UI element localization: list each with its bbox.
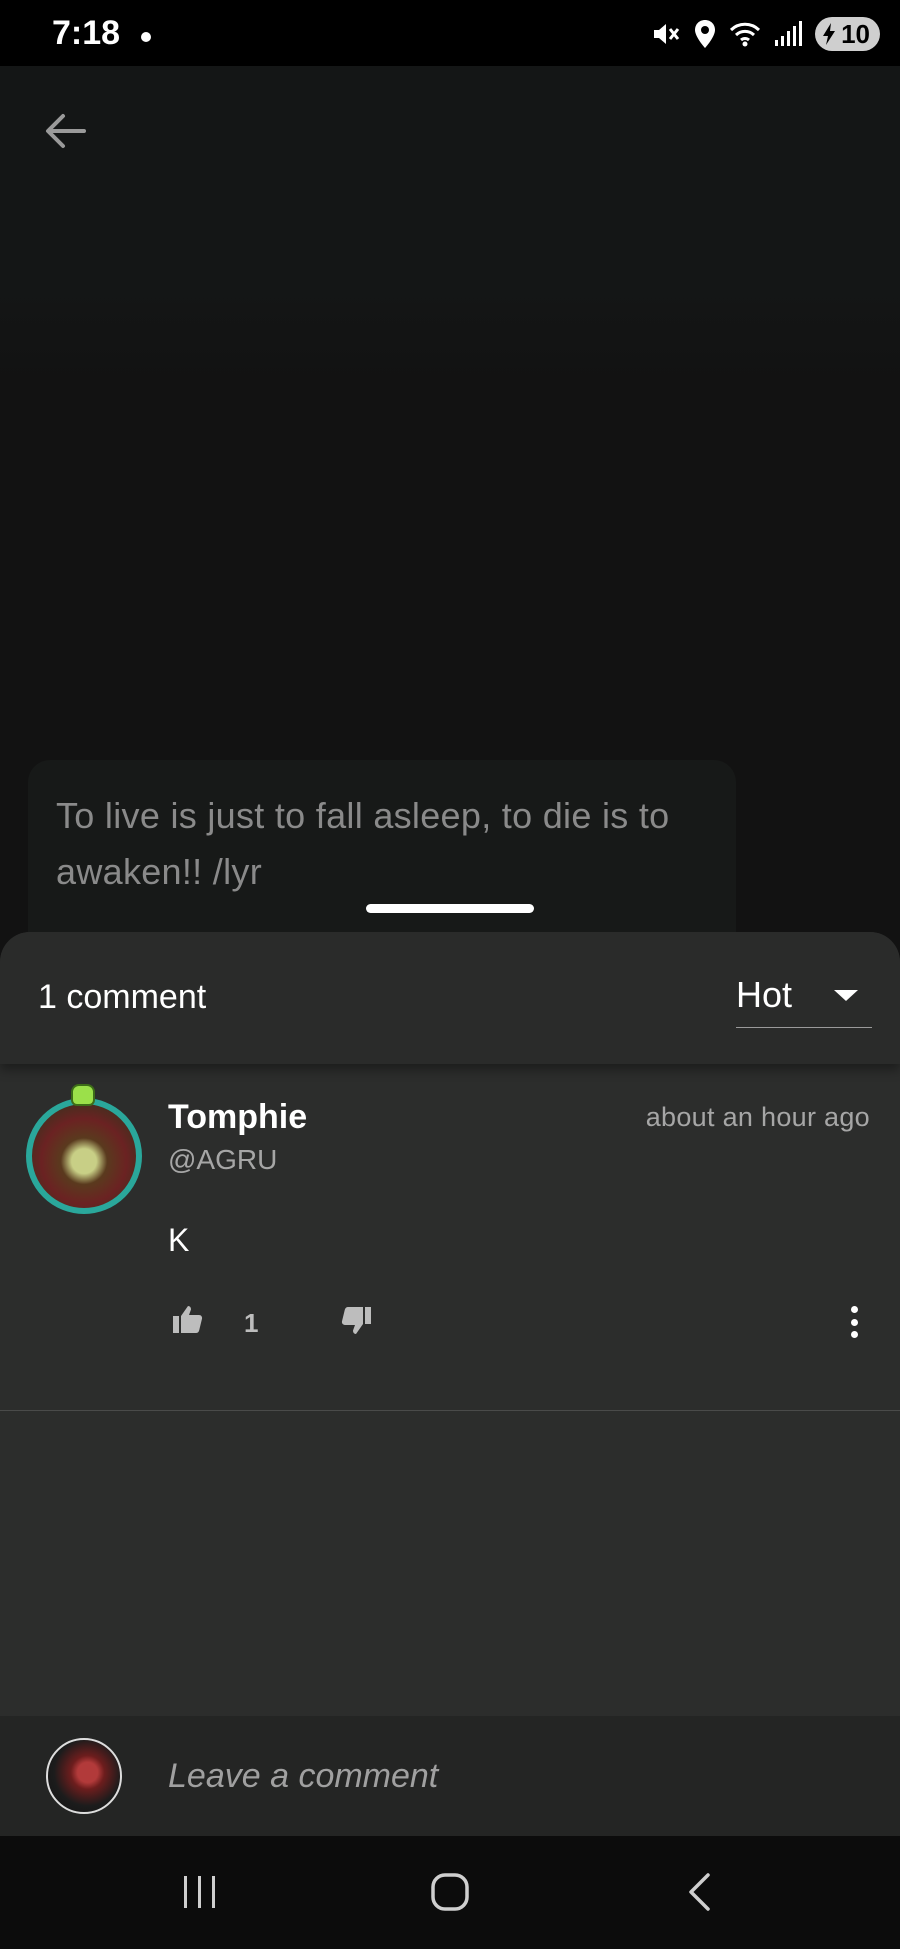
sort-dropdown[interactable]: Hot — [736, 970, 872, 1028]
nav-back-button[interactable] — [680, 1872, 720, 1912]
comment-timestamp: about an hour ago — [645, 1102, 870, 1132]
status-bar: 7:18 10 — [0, 0, 900, 66]
comments-header: 1 comment Hot — [0, 932, 900, 1064]
sort-selected-value: Hot — [736, 974, 793, 1015]
more-vertical-icon — [850, 1306, 858, 1313]
avatar — [26, 1098, 142, 1214]
comment-author-name[interactable]: Tomphie — [168, 1098, 307, 1137]
sheet-drag-handle[interactable] — [366, 904, 534, 913]
divider — [0, 1410, 900, 1411]
dislike-button[interactable] — [340, 1306, 372, 1338]
signal-icon — [775, 21, 803, 46]
recents-icon — [184, 1876, 215, 1908]
notification-dot-icon — [141, 32, 151, 42]
comment-item: Tomphie @AGRU about an hour ago K 1 — [0, 1064, 900, 1412]
battery-charging-icon — [823, 23, 836, 45]
comment-count: 1 comment — [38, 978, 207, 1016]
comments-sheet: 1 comment Hot Tomphie @AGRU about an hou… — [0, 932, 900, 1836]
recents-button[interactable] — [180, 1872, 220, 1912]
battery-level: 10 — [841, 18, 870, 49]
comment-author-handle: @AGRU — [168, 1144, 278, 1175]
thumbs-up-icon — [173, 1306, 203, 1333]
commenter-avatar[interactable] — [24, 1084, 142, 1214]
like-count: 1 — [244, 1308, 259, 1338]
mute-icon — [654, 24, 680, 44]
comment-composer — [0, 1716, 900, 1836]
status-time: 7:18 — [52, 14, 121, 52]
location-icon — [695, 20, 716, 48]
chevron-down-icon — [834, 990, 858, 1001]
post-quote: To live is just to fall asleep, to die i… — [56, 795, 670, 892]
thumbs-down-icon — [341, 1307, 371, 1334]
battery-indicator: 10 — [815, 17, 880, 51]
wifi-icon — [730, 22, 761, 47]
like-button[interactable] — [172, 1304, 204, 1336]
system-nav-bar — [0, 1836, 900, 1949]
home-button[interactable] — [430, 1872, 470, 1912]
comment-text: K — [168, 1222, 190, 1258]
status-icons: 10 — [651, 16, 880, 52]
chevron-left-icon — [689, 1873, 710, 1911]
arrow-left-icon — [46, 114, 86, 148]
comment-input[interactable] — [168, 1754, 828, 1798]
frog-badge-icon — [71, 1084, 95, 1106]
post-area: To live is just to fall asleep, to die i… — [0, 66, 900, 1020]
back-button[interactable] — [40, 106, 90, 156]
current-user-avatar — [46, 1738, 122, 1814]
more-options-button[interactable] — [836, 1302, 872, 1342]
home-icon — [431, 1873, 469, 1911]
